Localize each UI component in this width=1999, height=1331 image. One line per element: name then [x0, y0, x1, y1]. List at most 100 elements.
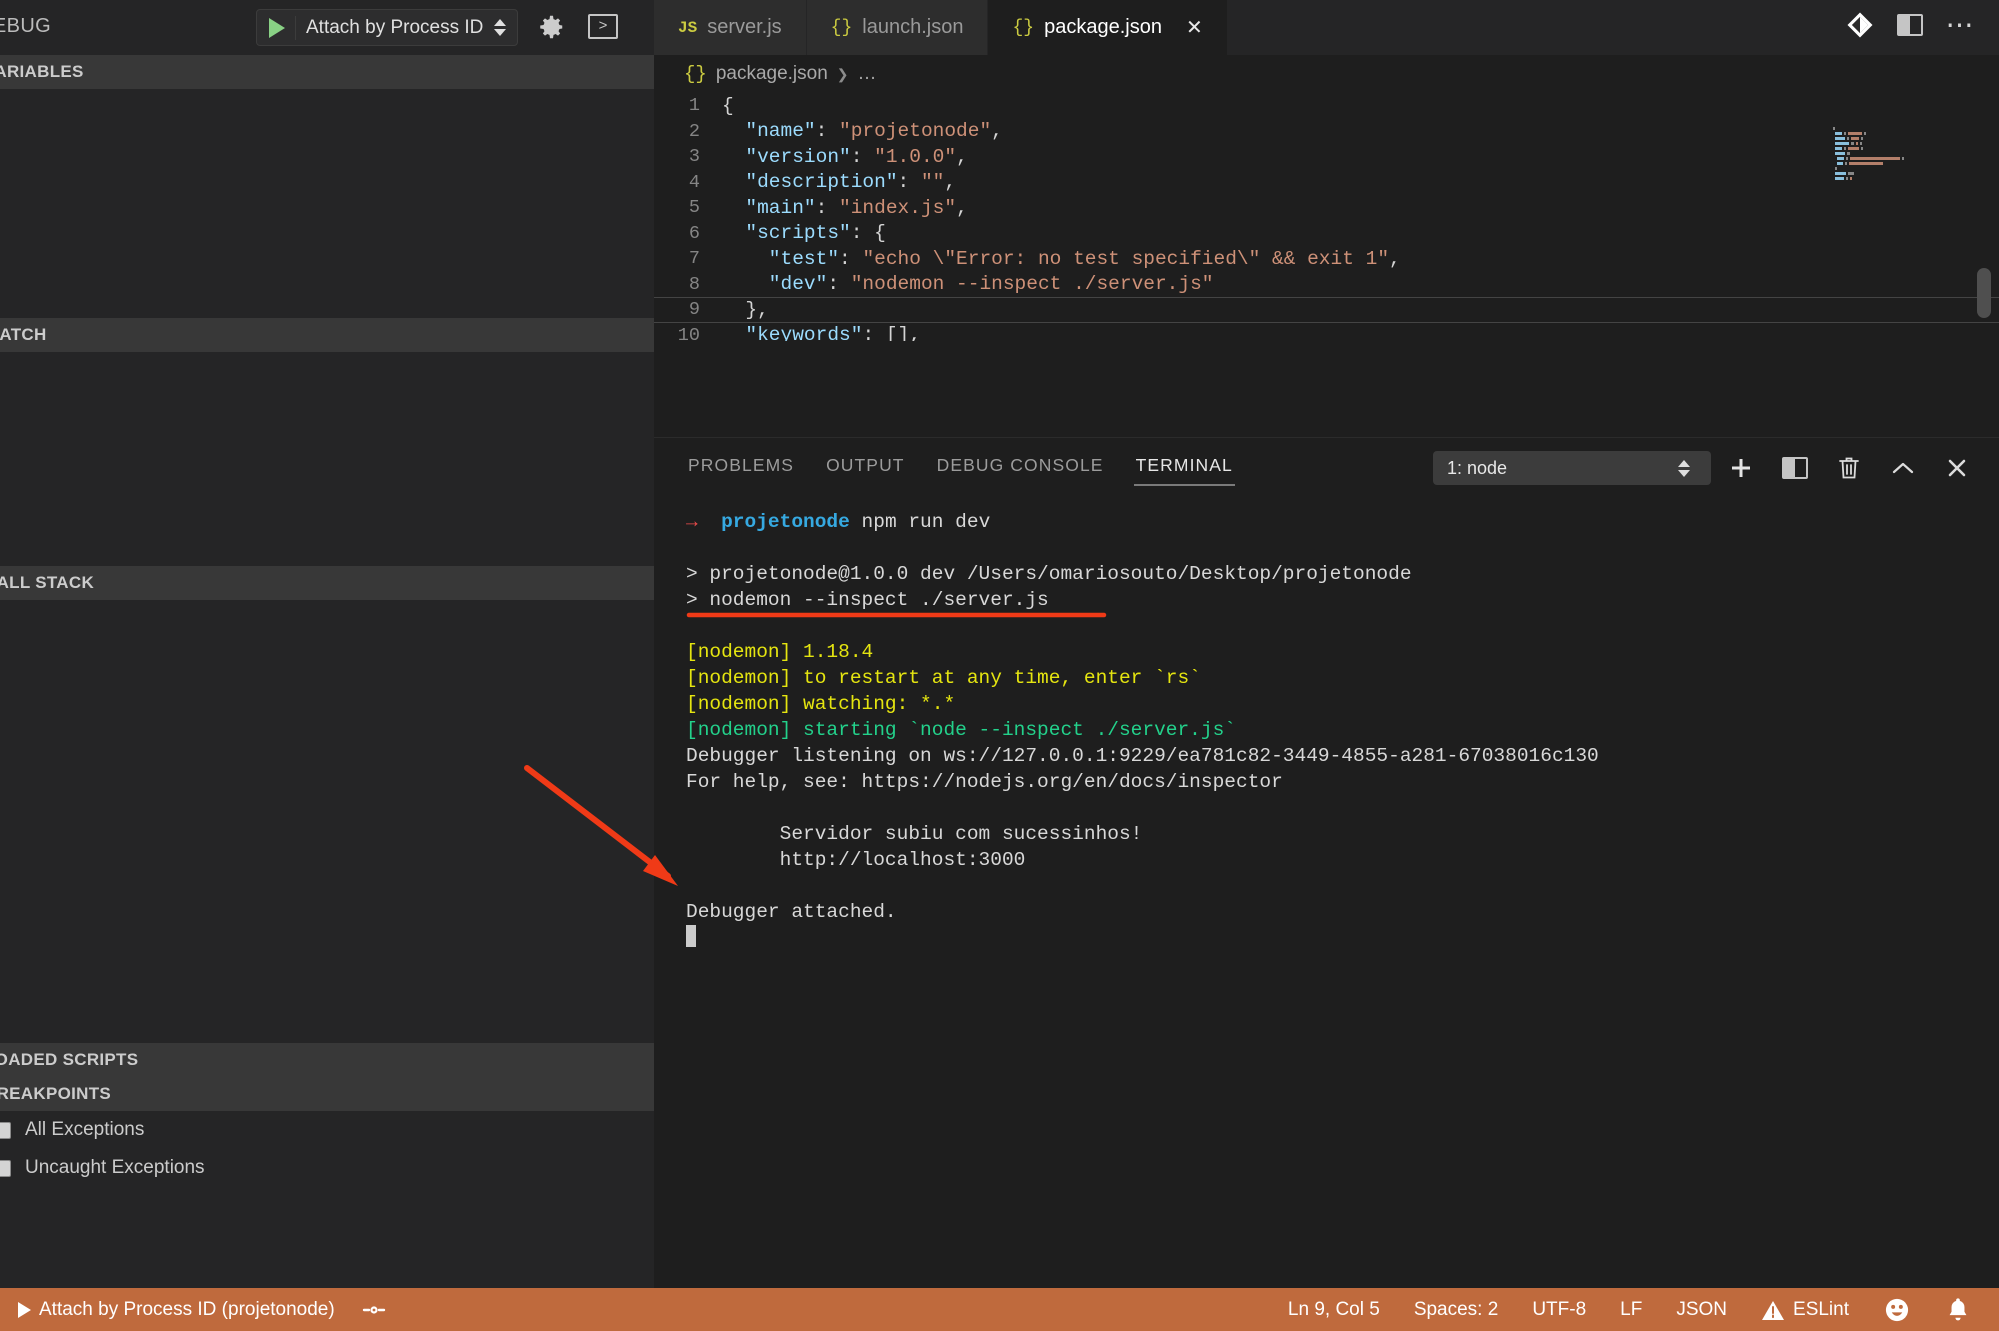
status-bar: Attach by Process ID (projetonode) Ln 9,… [0, 1288, 1999, 1331]
js-file-icon: JS [678, 19, 697, 37]
tab-terminal[interactable]: TERMINAL [1134, 441, 1235, 492]
terminal-line: → projetonode npm run dev [686, 509, 1999, 535]
remote-disconnect-icon[interactable] [355, 1299, 393, 1321]
sidebar-section-call-stack[interactable]: CALL STACK [0, 566, 654, 600]
split-editor-icon[interactable] [1887, 0, 1933, 49]
code-line[interactable]: 7 "test": "echo \"Error: no test specifi… [654, 246, 1999, 272]
kill-terminal-icon[interactable] [1825, 448, 1873, 488]
tab-output[interactable]: OUTPUT [824, 441, 907, 492]
sidebar-section-breakpoints[interactable]: BREAKPOINTS [0, 1077, 654, 1111]
editor-tabs: JS server.js {} launch.json {} package.j… [654, 0, 1999, 55]
terminal-selector-value: 1: node [1447, 458, 1675, 479]
minimap-row [1833, 137, 1953, 141]
tab-launch-json[interactable]: {} launch.json [807, 0, 989, 55]
minimap-row [1833, 172, 1953, 176]
panel-actions: 1: node [1433, 448, 1981, 488]
new-terminal-icon[interactable] [1717, 448, 1765, 488]
smiley-icon [1883, 1296, 1911, 1324]
checkbox[interactable] [0, 1160, 11, 1177]
status-eol[interactable]: LF [1614, 1299, 1648, 1321]
play-icon [18, 1302, 31, 1318]
code-editor[interactable]: 1{2 "name": "projetonode",3 "version": "… [654, 93, 1999, 341]
sidebar-section-variables[interactable]: VARIABLES [0, 55, 654, 89]
tab-label: TERMINAL [1136, 455, 1233, 475]
tab-server-js[interactable]: JS server.js [654, 0, 807, 55]
code-line[interactable]: 2 "name": "projetonode", [654, 119, 1999, 145]
section-label: VARIABLES [0, 62, 84, 82]
terminal-line: > projetonode@1.0.0 dev /Users/omariosou… [686, 561, 1999, 587]
split-terminal-icon[interactable] [1771, 448, 1819, 488]
minimap-row [1833, 152, 1953, 156]
minimap-row [1833, 147, 1953, 151]
status-encoding[interactable]: UTF-8 [1526, 1299, 1592, 1321]
tab-debug-console[interactable]: DEBUG CONSOLE [935, 441, 1106, 492]
json-file-icon: {} [684, 63, 707, 85]
code-line[interactable]: 6 "scripts": { [654, 221, 1999, 247]
breadcrumb-trail[interactable]: … [858, 63, 877, 85]
terminal-line [686, 613, 1999, 639]
line-number: 9 [654, 299, 722, 320]
eslint-label: ESLint [1793, 1299, 1849, 1321]
close-panel-icon[interactable] [1933, 448, 1981, 488]
chevron-updown-icon[interactable] [1675, 460, 1693, 477]
line-number: 2 [654, 121, 722, 142]
chevron-updown-icon[interactable] [491, 19, 509, 36]
bottom-panel: PROBLEMS OUTPUT DEBUG CONSOLE TERMINAL 1… [654, 437, 1999, 1288]
section-label: CALL STACK [0, 573, 94, 593]
status-indentation[interactable]: Spaces: 2 [1408, 1299, 1505, 1321]
status-eslint[interactable]: ESLint [1755, 1299, 1855, 1321]
terminal-line: [nodemon] 1.18.4 [686, 639, 1999, 665]
sidebar-section-watch[interactable]: WATCH [0, 318, 654, 352]
code-text: "description": "", [722, 171, 956, 193]
terminal-line [686, 795, 1999, 821]
terminal-line: For help, see: https://nodejs.org/en/doc… [686, 769, 1999, 795]
minimap-row [1833, 167, 1953, 171]
code-line[interactable]: 4 "description": "", [654, 170, 1999, 196]
code-line[interactable]: 3 "version": "1.0.0", [654, 144, 1999, 170]
code-line[interactable]: 8 "dev": "nodemon --inspect ./server.js" [654, 272, 1999, 298]
code-text: "dev": "nodemon --inspect ./server.js" [722, 273, 1214, 295]
breadcrumb[interactable]: {} package.json ❯ … [654, 55, 1999, 93]
json-file-icon: {} [1012, 18, 1034, 38]
maximize-panel-icon[interactable] [1879, 448, 1927, 488]
line-number: 8 [654, 274, 722, 295]
terminal-line: [nodemon] watching: *.* [686, 691, 1999, 717]
status-notifications[interactable] [1939, 1296, 1977, 1324]
sidebar-section-loaded-scripts[interactable]: LOADED SCRIPTS [0, 1043, 654, 1077]
code-line[interactable]: 10 "keywords": [], [654, 323, 1999, 342]
watch-body [0, 352, 654, 566]
more-actions-icon[interactable]: ⋯ [1937, 0, 1983, 49]
minimap-row [1833, 142, 1953, 146]
code-line[interactable]: 5 "main": "index.js", [654, 195, 1999, 221]
code-line[interactable]: 9 }, [654, 297, 1999, 323]
code-line[interactable]: 1{ [654, 93, 1999, 119]
code-text: { [722, 95, 734, 117]
list-item[interactable]: All Exceptions [0, 1111, 654, 1149]
status-cursor-position[interactable]: Ln 9, Col 5 [1282, 1299, 1386, 1321]
start-debugging-icon[interactable] [269, 18, 285, 38]
line-number: 7 [654, 248, 722, 269]
minimap-row [1833, 177, 1953, 181]
code-text: "scripts": { [722, 222, 886, 244]
terminal-selector[interactable]: 1: node [1433, 451, 1711, 485]
list-item[interactable]: Uncaught Exceptions [0, 1149, 654, 1187]
status-language-mode[interactable]: JSON [1670, 1299, 1733, 1321]
debug-panel-title: DEBUG [0, 15, 51, 38]
section-label: BREAKPOINTS [0, 1084, 111, 1104]
call-stack-body [0, 600, 654, 1043]
status-feedback-smiley[interactable] [1877, 1296, 1917, 1324]
status-debug-session[interactable]: Attach by Process ID (projetonode) [12, 1299, 341, 1321]
breadcrumb-file[interactable]: package.json [716, 63, 828, 85]
gear-icon[interactable] [536, 12, 566, 47]
open-repl-icon[interactable]: > [588, 14, 618, 39]
close-icon[interactable]: ✕ [1186, 15, 1203, 40]
checkbox[interactable] [0, 1122, 11, 1139]
launch-configuration-selector[interactable]: Attach by Process ID [256, 9, 518, 46]
editor-scrollbar[interactable] [1977, 268, 1991, 318]
tab-package-json[interactable]: {} package.json ✕ [988, 0, 1227, 55]
tab-problems[interactable]: PROBLEMS [686, 441, 796, 492]
terminal-output[interactable]: → projetonode npm run dev > projetonode@… [654, 495, 1999, 951]
source-control-icon[interactable] [1837, 0, 1883, 49]
minimap[interactable] [1833, 127, 1953, 189]
variables-body [0, 89, 654, 318]
